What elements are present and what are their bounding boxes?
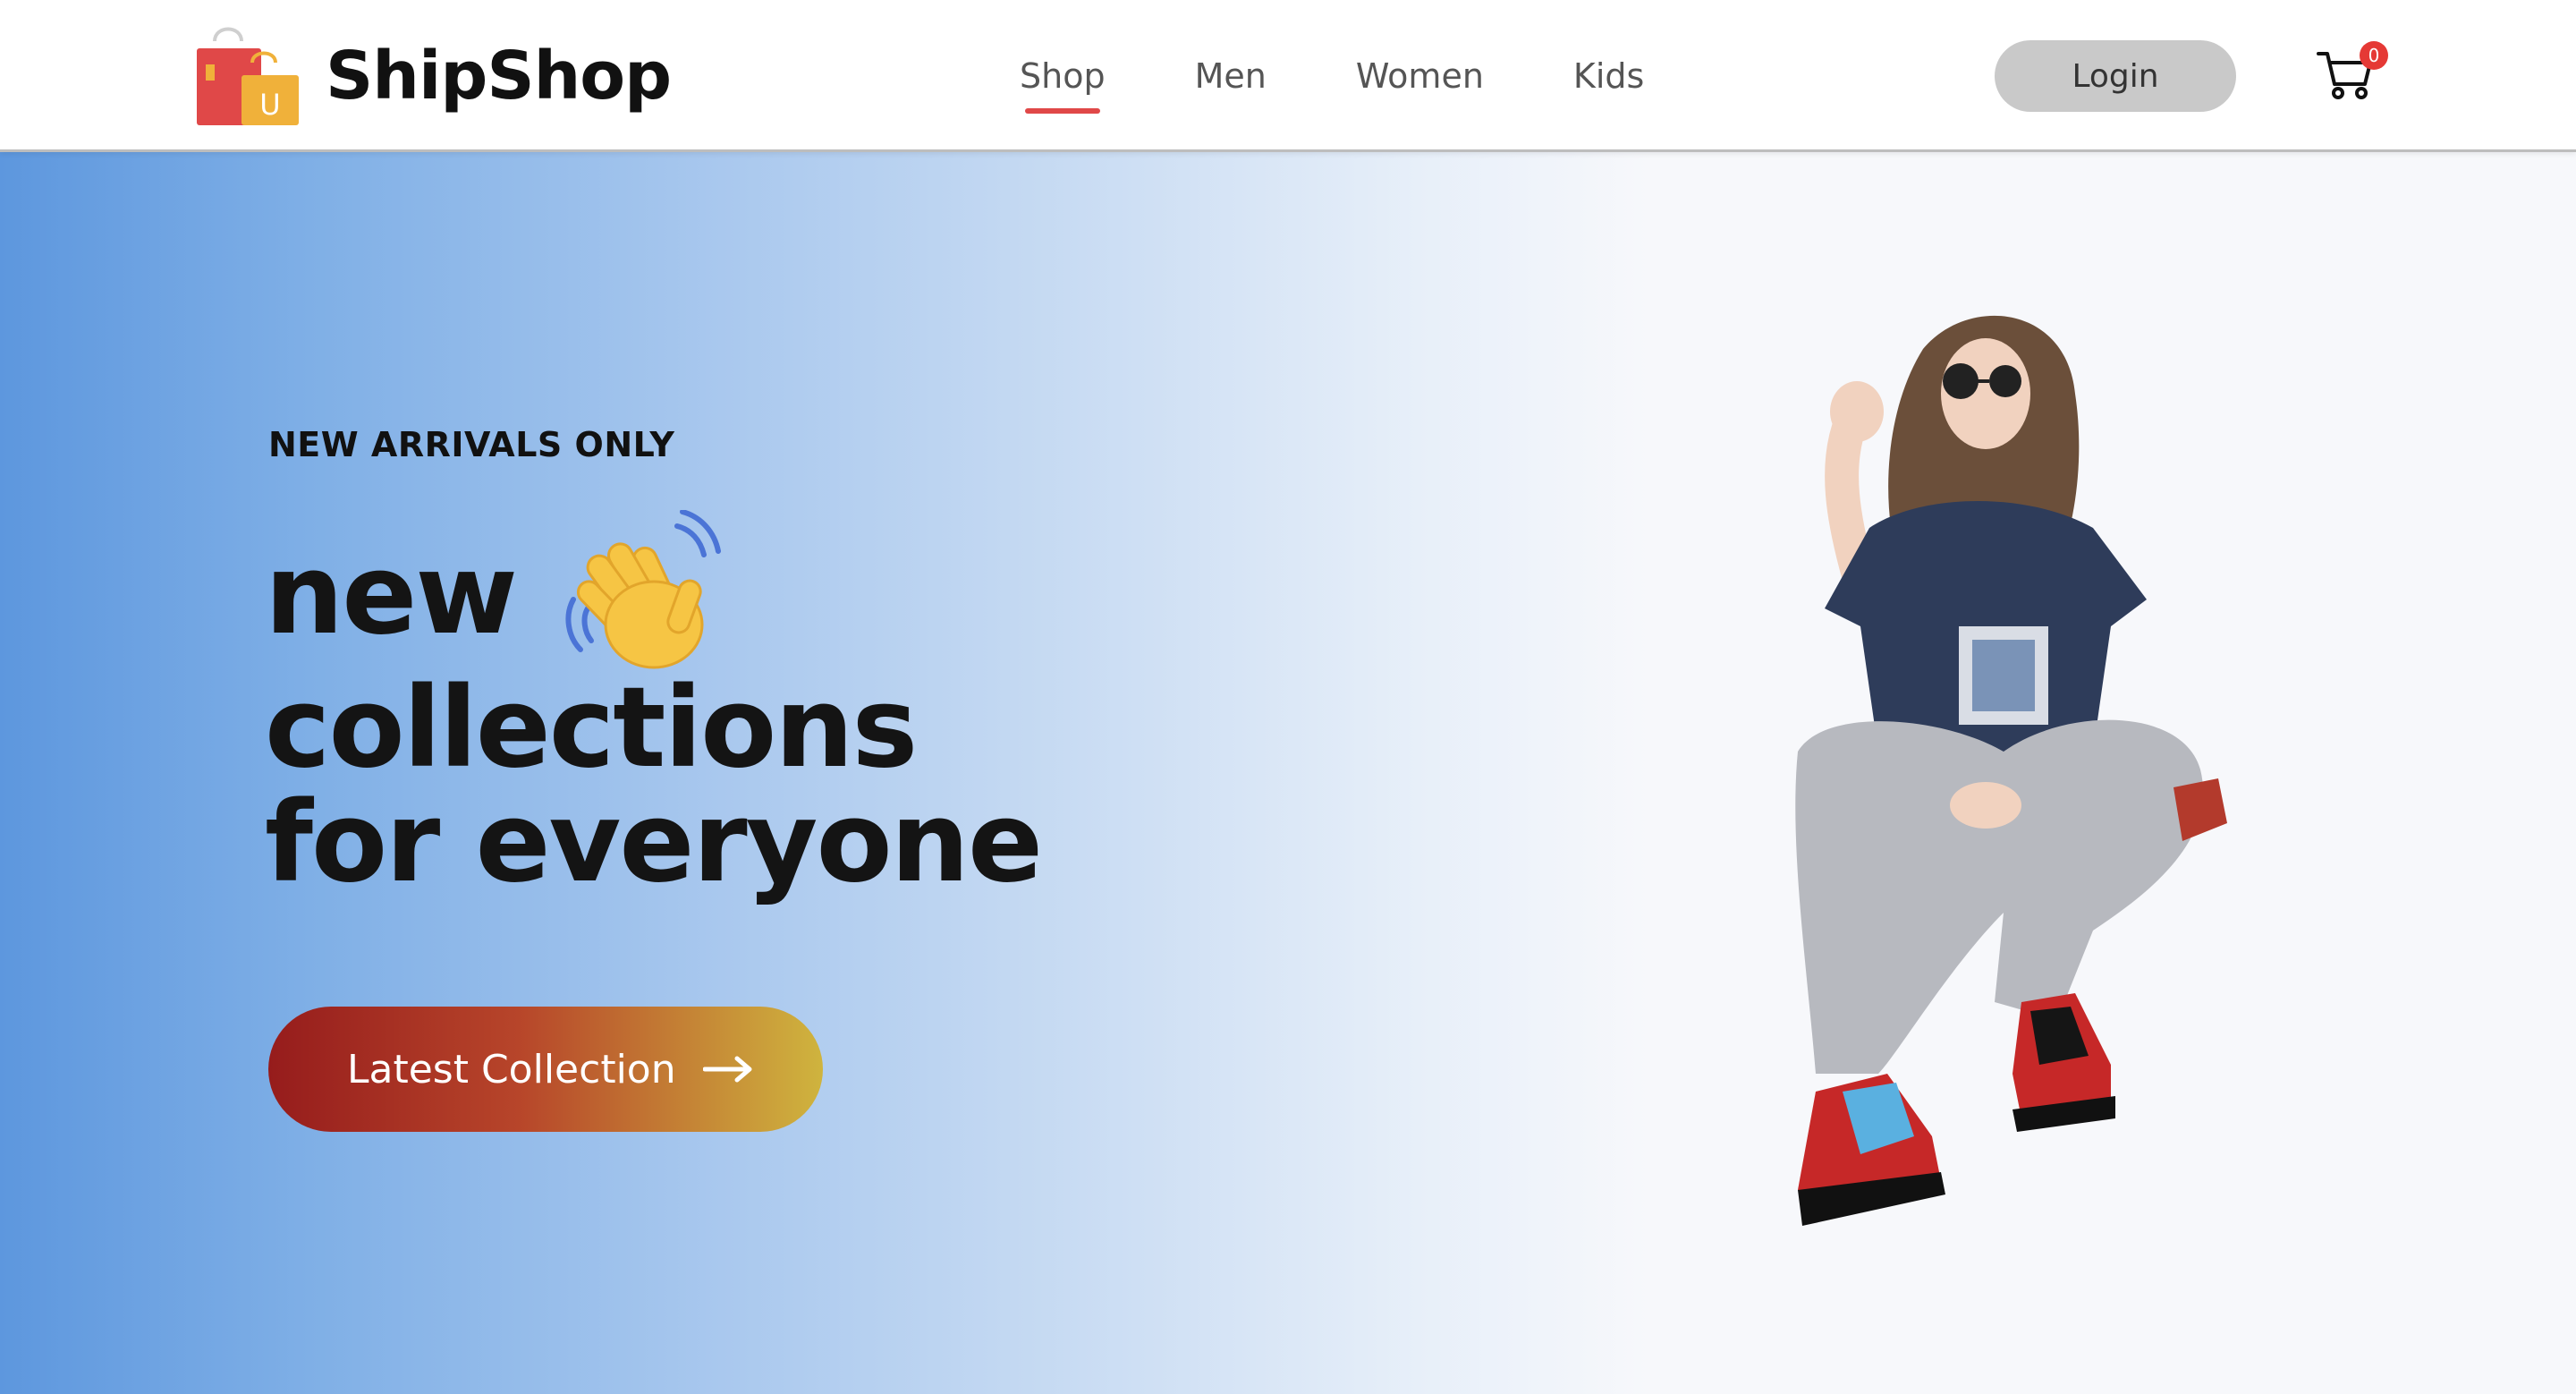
nav-kids-label: Kids xyxy=(1572,56,1645,96)
login-button[interactable]: Login xyxy=(1995,40,2236,112)
waving-hand-icon xyxy=(561,509,731,680)
logo-bag-letter: U xyxy=(259,88,280,122)
brand-name: ShipShop xyxy=(326,38,672,115)
active-nav-underline xyxy=(1025,108,1100,114)
nav-women-label: Women xyxy=(1355,56,1484,96)
nav-women[interactable]: Women xyxy=(1356,56,1484,96)
main-nav: Shop Men Women Kids xyxy=(1020,0,1733,152)
hero-headline: new collections for everyone xyxy=(265,509,1070,907)
nav-shop[interactable]: Shop xyxy=(1020,56,1106,114)
cart-count-badge: 0 xyxy=(2360,41,2388,70)
nav-kids[interactable]: Kids xyxy=(1573,56,1644,96)
latest-collection-button[interactable]: Latest Collection xyxy=(268,1007,823,1132)
hero-eyebrow: NEW ARRIVALS ONLY xyxy=(268,425,675,464)
hero-section: NEW ARRIVALS ONLY new collections for ev… xyxy=(0,152,2576,1394)
nav-men-label: Men xyxy=(1194,56,1267,96)
brand-logo[interactable]: U ShipShop xyxy=(195,23,672,129)
headline-line-3: for everyone xyxy=(265,778,1043,907)
hero-model-image xyxy=(1646,286,2343,1297)
nav-men[interactable]: Men xyxy=(1195,56,1267,96)
headline-line-2: collections xyxy=(265,664,918,793)
shopping-bags-icon: U xyxy=(195,23,302,129)
headline-line-1-text: new xyxy=(265,531,518,659)
headline-line-1: new xyxy=(265,509,1070,671)
cta-label: Latest Collection xyxy=(347,1046,676,1092)
arrow-right-icon xyxy=(702,1056,752,1083)
cart-button[interactable]: 0 xyxy=(2315,36,2388,107)
nav-shop-label: Shop xyxy=(1020,56,1106,96)
site-header: U ShipShop Shop Men Women Kids Login 0 xyxy=(0,0,2576,152)
